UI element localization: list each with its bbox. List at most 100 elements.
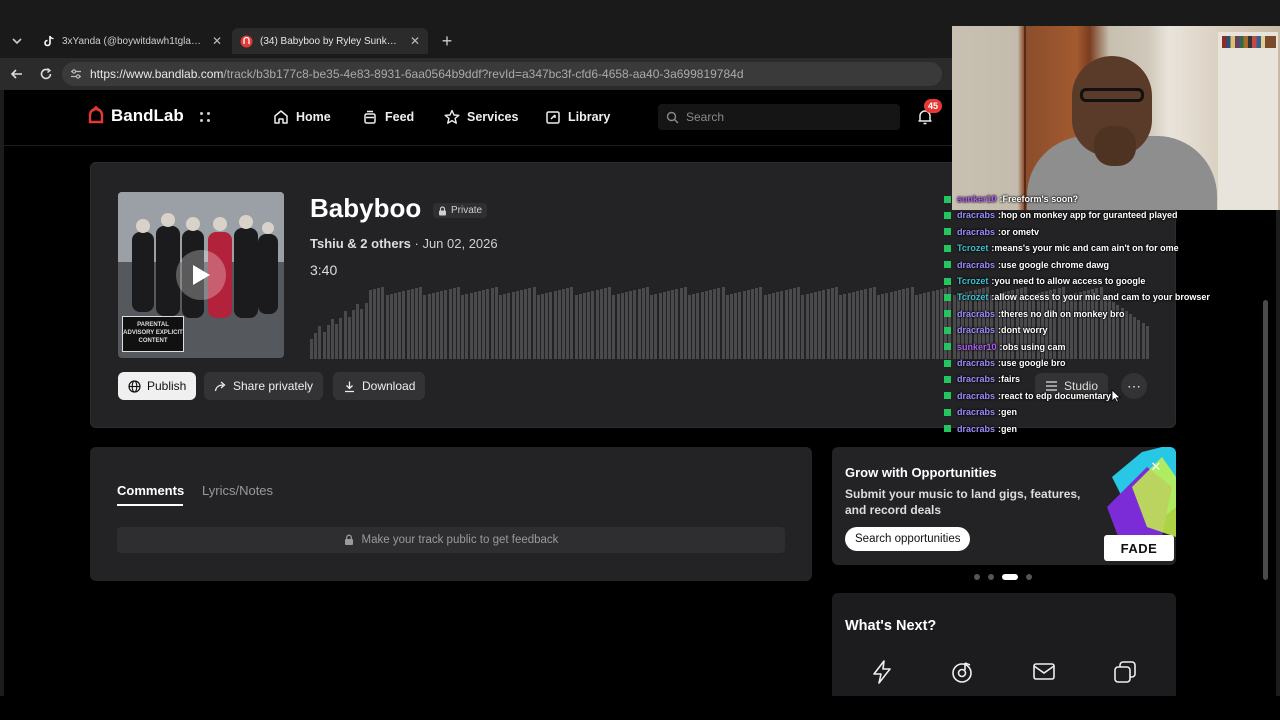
webcam-hand (1094, 126, 1136, 166)
waveform-bar (427, 294, 431, 359)
tab-lyrics-notes[interactable]: Lyrics/Notes (202, 483, 273, 498)
waveform-bar (406, 290, 410, 359)
waveform-bar (839, 295, 843, 359)
track-artists[interactable]: Tshiu & 2 others (310, 236, 411, 251)
waveform-bar (679, 288, 683, 359)
carousel-dot[interactable] (1026, 574, 1032, 580)
waveform-bar (885, 293, 889, 359)
waveform-bar (566, 288, 570, 359)
waveform-bar (788, 289, 792, 359)
back-arrow-icon[interactable] (8, 65, 26, 83)
waveform-bar (734, 293, 738, 359)
waveform-bar (524, 289, 528, 359)
nav-services[interactable]: Services (444, 104, 518, 130)
waveform-bar (889, 292, 893, 359)
tab-bandlab[interactable]: (34) Babyboo by Ryley Sunker | Ba ✕ (232, 28, 428, 54)
waveform-bar (931, 291, 935, 359)
waveform-bar (1133, 317, 1137, 359)
logo-text: BandLab (111, 106, 184, 125)
tab-comments[interactable]: Comments (117, 483, 184, 498)
track-cover-art[interactable]: PARENTAL ADVISORY EXPLICIT CONTENT (118, 192, 284, 358)
waveform-bar (402, 291, 406, 359)
waveform-bar (599, 289, 603, 359)
library-icon (546, 111, 560, 124)
carousel-dot[interactable] (974, 574, 980, 580)
waveform-bar (851, 292, 855, 359)
waveform-bar (906, 288, 910, 359)
apps-grid-icon[interactable] (194, 106, 216, 128)
waveform-bar (662, 292, 666, 359)
copy-layers-icon[interactable] (1108, 655, 1142, 689)
waveform-bar (515, 291, 519, 359)
webcam-door (1024, 26, 1026, 210)
waveform-bar (616, 294, 620, 359)
feed-icon (364, 110, 376, 124)
waveform-bar (486, 289, 490, 359)
chat-username: Tcrozet (957, 292, 989, 303)
lightning-icon[interactable] (865, 655, 899, 689)
waveform-bar (772, 293, 775, 359)
chat-text: allow access to your mic and cam to your… (994, 292, 1210, 303)
chat-platform-icon (944, 211, 951, 219)
target-music-icon[interactable] (946, 655, 980, 689)
share-privately-button[interactable]: Share privately (204, 372, 324, 400)
reload-icon[interactable] (37, 65, 55, 83)
waveform-bar (612, 295, 616, 359)
chat-text: means's your mic and cam ain't on for om… (994, 243, 1179, 254)
play-button[interactable] (176, 250, 226, 300)
waveform-bar (746, 290, 750, 359)
close-tab-icon[interactable]: ✕ (410, 34, 420, 48)
new-tab-icon[interactable]: + (437, 31, 457, 51)
waveform-bar (448, 289, 452, 359)
waveform-bar (809, 293, 813, 359)
url-input[interactable]: https://www.bandlab.com /track/b3b177c8-… (62, 62, 942, 86)
waveform-bar (494, 287, 498, 359)
download-button[interactable]: Download (333, 372, 426, 400)
search-input[interactable]: Search (658, 104, 900, 130)
chat-text: react to edp documentary (1001, 390, 1112, 401)
chat-username: Tcrozet (957, 243, 989, 254)
waveform-bar (431, 293, 435, 359)
chat-platform-icon (944, 343, 951, 351)
more-options-icon[interactable]: ⋯ (1121, 373, 1147, 399)
chat-platform-icon (944, 244, 951, 252)
close-tab-icon[interactable]: ✕ (212, 34, 222, 48)
lock-icon (439, 205, 446, 215)
publish-button[interactable]: Publish (118, 372, 197, 400)
waveform-bar (633, 290, 637, 359)
chat-message: dracrabs: gen (944, 421, 1017, 437)
bandlab-logo-icon (88, 106, 104, 124)
waveform-bar (721, 287, 725, 359)
waveform-bar (457, 287, 460, 359)
carousel-dot-active[interactable] (1002, 574, 1018, 580)
mail-send-icon[interactable] (1027, 655, 1061, 689)
close-icon[interactable]: ✕ (1148, 459, 1164, 475)
waveform-bar (843, 294, 847, 359)
webcam-glasses (1080, 88, 1144, 102)
waveform-bar (910, 287, 914, 359)
nav-feed[interactable]: Feed (362, 104, 414, 130)
bandlab-favicon-icon (240, 34, 253, 48)
waveform-bar (368, 290, 372, 359)
tab-tiktok[interactable]: 3xYanda (@boywitdawh1tglasses) ✕ (34, 28, 230, 54)
nav-home[interactable]: Home (273, 104, 331, 130)
chat-text: fairs (1001, 374, 1021, 385)
waveform-bar (591, 291, 595, 359)
site-info-icon[interactable] (70, 68, 82, 80)
nav-library[interactable]: Library (545, 104, 610, 130)
search-opportunities-button[interactable]: Search opportunities (845, 527, 971, 551)
bandlab-logo[interactable]: BandLab (86, 106, 184, 126)
share-arrow-icon (214, 381, 226, 391)
waveform-bar (872, 287, 876, 359)
chat-platform-icon (944, 310, 951, 318)
waveform-bar (654, 294, 658, 359)
chat-text: gen (1001, 423, 1018, 434)
chat-username: sunker10 (957, 341, 997, 352)
waveform-bar (545, 293, 549, 359)
waveform-bar (394, 293, 397, 359)
waveform-bar (784, 290, 788, 359)
waveform-bar (822, 290, 826, 359)
carousel-dot[interactable] (988, 574, 994, 580)
page-scrollbar-thumb[interactable] (1263, 300, 1268, 580)
tab-search-icon[interactable] (6, 30, 28, 52)
